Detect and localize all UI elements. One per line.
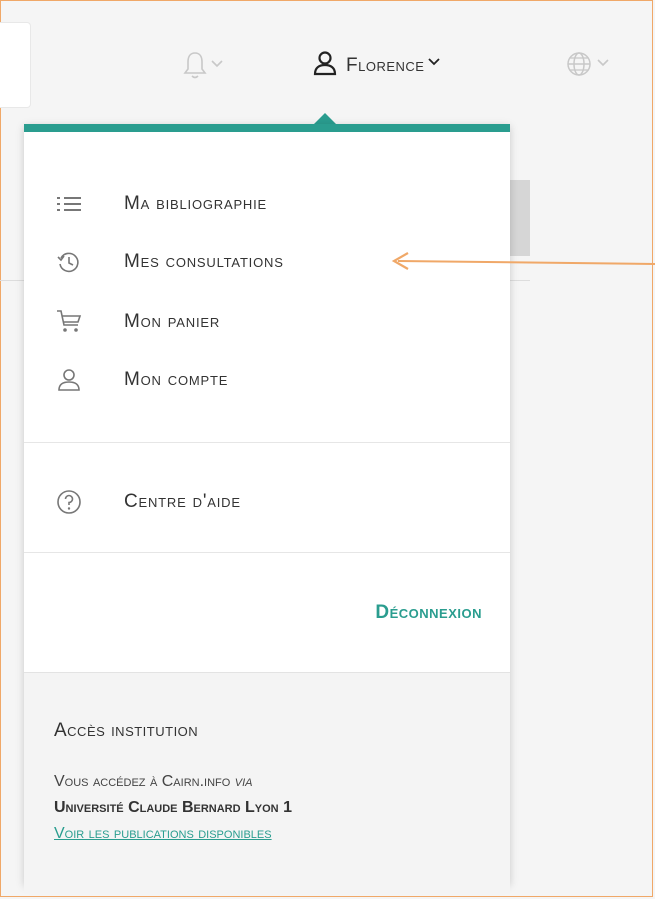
menu-item-centre-aide[interactable]: Centre d'aide [54, 484, 241, 520]
institution-access-text: Vous accédez à Cairn.info via [54, 773, 252, 791]
institution-access-panel: Accès institution Vous accédez à Cairn.i… [24, 672, 510, 893]
menu-item-label: Centre d'aide [124, 491, 241, 512]
menu-item-label: Mon compte [124, 369, 229, 390]
user-name: Florence [346, 54, 425, 76]
notifications-button[interactable] [183, 50, 223, 85]
help-icon [54, 489, 84, 515]
user-menu-button[interactable]: Florence [312, 50, 441, 81]
search-box[interactable] [0, 22, 31, 108]
logout-button[interactable]: Déconnexion [375, 602, 482, 624]
bell-icon [183, 50, 207, 85]
history-icon [54, 249, 84, 275]
institution-title: Accès institution [54, 720, 199, 741]
menu-divider [24, 442, 510, 443]
menu-item-consultations[interactable]: Mes consultations [54, 244, 284, 280]
menu-item-label: Ma bibliographie [124, 193, 267, 214]
chevron-down-icon [428, 53, 441, 71]
chevron-down-icon [211, 55, 223, 73]
menu-item-compte[interactable]: Mon compte [54, 362, 228, 398]
menu-item-label: Mon panier [124, 311, 221, 332]
institution-text-prefix: Vous accédez à Cairn.info [54, 773, 235, 790]
institution-text-via: via [234, 773, 253, 790]
annotation-arrow [391, 252, 655, 270]
user-dropdown-menu: Ma bibliographie Mes consultations Mon p… [24, 124, 510, 893]
user-icon [312, 50, 338, 81]
list-icon [54, 191, 84, 217]
globe-icon [565, 50, 593, 83]
menu-item-label: Mes consultations [124, 251, 284, 272]
menu-divider [24, 552, 510, 553]
institution-name: Université Claude Bernard Lyon 1 [54, 799, 292, 816]
cart-icon [54, 309, 84, 335]
language-button[interactable] [565, 50, 609, 83]
available-publications-link[interactable]: Voir les publications disponibles [54, 825, 272, 843]
user-icon [54, 367, 84, 393]
menu-item-bibliographie[interactable]: Ma bibliographie [54, 186, 267, 222]
chevron-down-icon [597, 54, 609, 72]
menu-item-panier[interactable]: Mon panier [54, 304, 220, 340]
